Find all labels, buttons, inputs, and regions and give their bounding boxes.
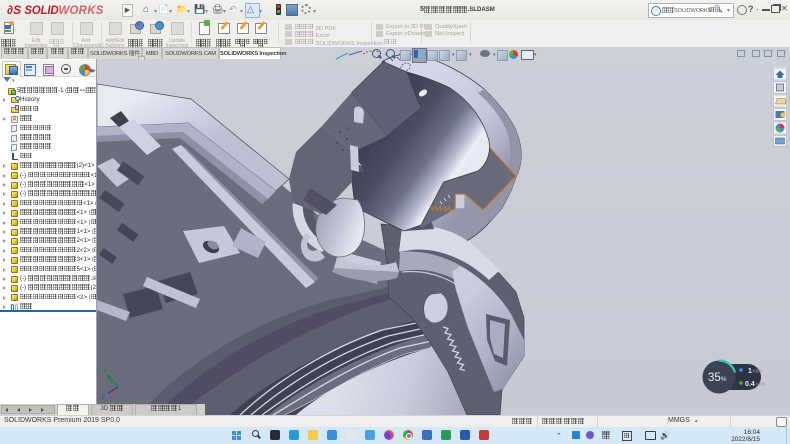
svg-text:Z: Z — [101, 395, 105, 401]
svg-text:KB/s: KB/s — [753, 369, 763, 374]
svg-text:Y: Y — [103, 369, 107, 375]
svg-text:1: 1 — [748, 368, 752, 375]
svg-text:KB/s: KB/s — [756, 382, 766, 387]
svg-text:0.4: 0.4 — [745, 381, 755, 388]
